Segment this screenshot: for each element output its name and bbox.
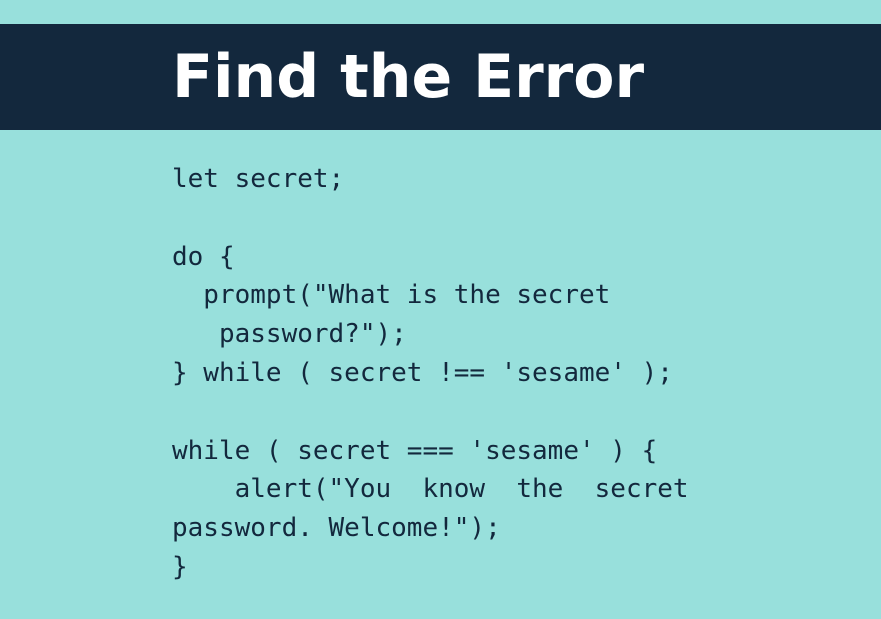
code-line: password?"); — [172, 319, 407, 350]
code-line: let secret; — [172, 164, 345, 194]
code-block: let secret; do { prompt("What is the sec… — [172, 160, 852, 587]
code-line: alert("You know the secret — [172, 474, 689, 505]
code-line: do { — [172, 241, 235, 272]
code-line: while ( secret === 'sesame' ) { — [172, 435, 658, 466]
code-line: prompt("What is the secret — [172, 280, 611, 311]
code-line: password. Welcome!"); — [172, 513, 501, 544]
title-bar: Find the Error — [0, 24, 881, 130]
page-title: Find the Error — [172, 42, 645, 112]
code-line: } — [172, 551, 188, 582]
code-line: } while ( secret !== 'sesame' ); — [172, 357, 673, 388]
